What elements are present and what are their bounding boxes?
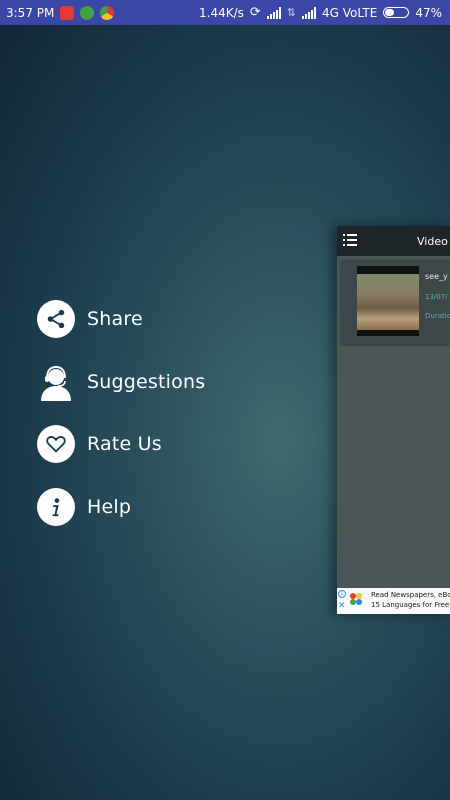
battery-percent: 47% bbox=[415, 5, 442, 20]
video-thumbnail bbox=[357, 266, 419, 336]
ad-text-line1: Read Newspapers, eBoo bbox=[371, 591, 450, 599]
video-date: 13/07/ bbox=[425, 293, 448, 301]
video-title: see_y bbox=[425, 272, 448, 281]
video-duration: Duratio bbox=[425, 312, 450, 320]
whatsapp-icon bbox=[80, 5, 95, 20]
heart-icon bbox=[37, 425, 75, 464]
calendar-app-icon bbox=[60, 5, 75, 20]
menu-item-rate-us[interactable]: Rate Us bbox=[37, 425, 205, 464]
menu-label-suggestions: Suggestions bbox=[87, 370, 206, 393]
status-time: 3:57 PM bbox=[6, 5, 55, 20]
side-menu: Share Suggestions Rate Us Help bbox=[37, 300, 205, 551]
main-screen-preview[interactable]: Video see_y 13/07/ Duratio i ✕ Read News… bbox=[337, 226, 450, 614]
hamburger-menu-icon[interactable] bbox=[343, 233, 357, 249]
menu-item-help[interactable]: Help bbox=[37, 488, 205, 527]
menu-item-suggestions[interactable]: Suggestions bbox=[37, 363, 205, 401]
signal-icon-2 bbox=[302, 6, 317, 19]
ad-logo-icon bbox=[350, 593, 362, 605]
ad-banner[interactable]: i ✕ Read Newspapers, eBoo 15 Languages f… bbox=[337, 588, 450, 614]
info-icon bbox=[37, 488, 75, 527]
ad-close-icon[interactable]: ✕ bbox=[338, 602, 346, 611]
chrome-icon bbox=[100, 5, 115, 20]
menu-item-share[interactable]: Share bbox=[37, 300, 205, 338]
network-speed: 1.44K/s bbox=[199, 5, 244, 20]
network-type: 4G VoLTE bbox=[322, 5, 378, 20]
sync-icon: ⟳ bbox=[249, 5, 261, 20]
data-transfer-icon: ⇅ bbox=[286, 6, 297, 19]
status-bar: 3:57 PM 1.44K/s ⟳ ⇅ 4G VoLTE 47% bbox=[0, 0, 450, 25]
share-icon bbox=[37, 300, 75, 338]
video-list-item[interactable]: see_y 13/07/ Duratio bbox=[341, 260, 450, 344]
ad-text-line2: 15 Languages for Free. bbox=[371, 601, 450, 609]
toolbar-title: Video bbox=[417, 234, 448, 248]
menu-label-rate-us: Rate Us bbox=[87, 433, 162, 456]
signal-icon bbox=[266, 6, 281, 19]
ad-info-icon[interactable]: i bbox=[338, 590, 346, 598]
preview-toolbar: Video bbox=[337, 226, 450, 256]
battery-icon bbox=[383, 7, 410, 18]
menu-label-share: Share bbox=[87, 308, 143, 330]
support-agent-icon bbox=[37, 363, 75, 401]
menu-label-help: Help bbox=[87, 496, 132, 519]
